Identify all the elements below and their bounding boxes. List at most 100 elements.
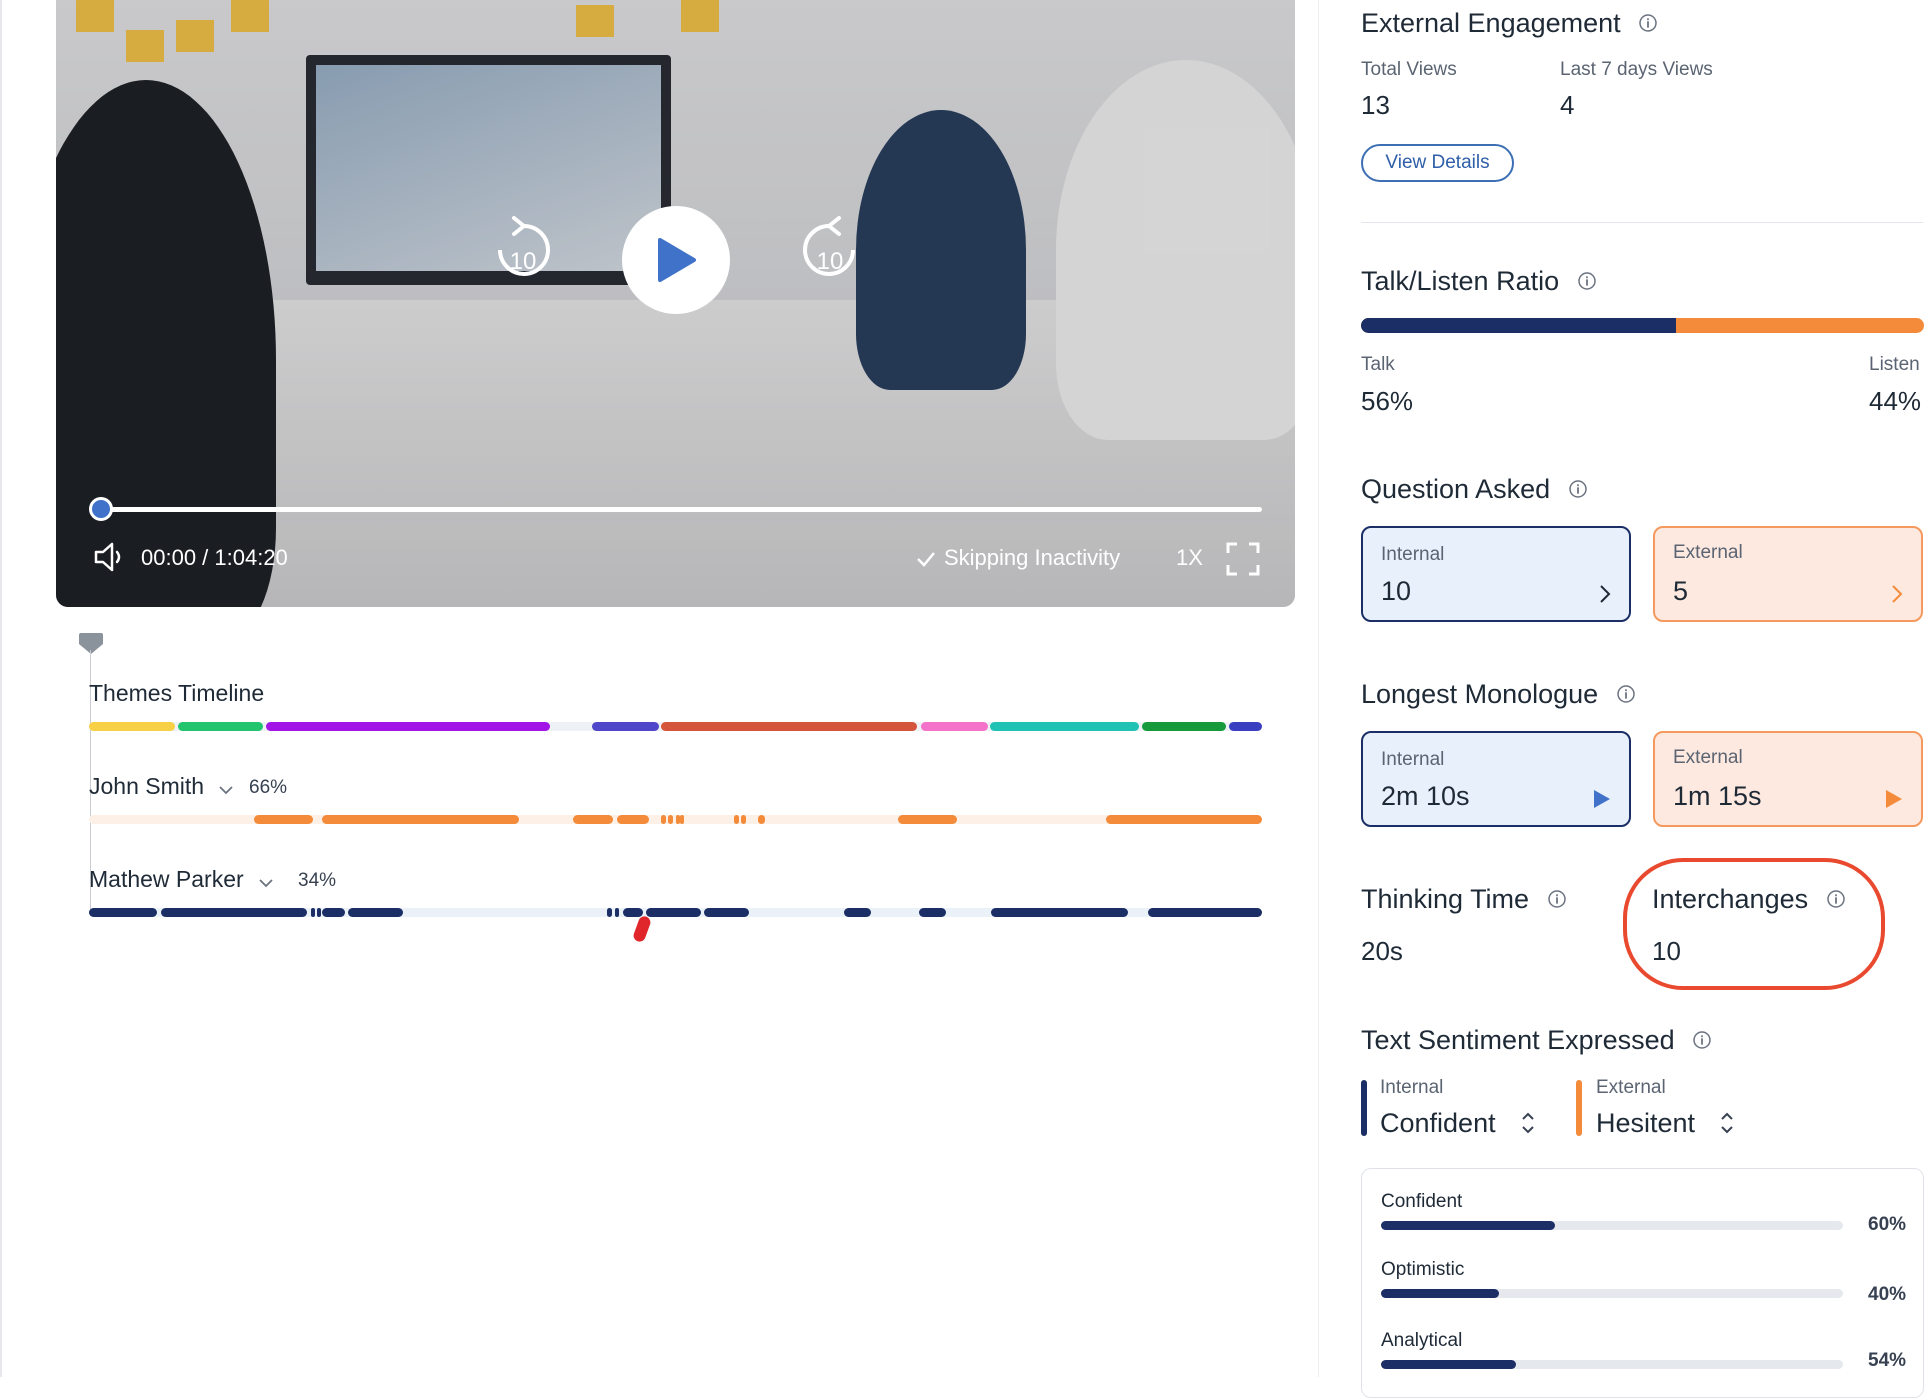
section-title: Question Asked bbox=[1361, 474, 1551, 504]
section-title: Longest Monologue bbox=[1361, 679, 1599, 709]
fullscreen-icon[interactable] bbox=[1226, 542, 1260, 582]
section-title: Text Sentiment Expressed bbox=[1361, 1025, 1675, 1055]
play-button[interactable] bbox=[622, 206, 730, 314]
speaker-track-mathew-parker[interactable] bbox=[89, 908, 1262, 917]
speaker-segment[interactable] bbox=[607, 908, 613, 917]
sentiment-item-fill bbox=[1381, 1360, 1517, 1369]
speaker-segment[interactable] bbox=[348, 908, 404, 917]
theme-segment[interactable] bbox=[920, 722, 988, 731]
info-icon[interactable] bbox=[1692, 1026, 1712, 1057]
video-player[interactable]: 10 10 00:00 / 1:04:20 Skipping Inactivit… bbox=[56, 0, 1295, 607]
theme-segment[interactable] bbox=[1142, 722, 1226, 731]
speaker-segment[interactable] bbox=[316, 908, 321, 917]
external-sentiment-value[interactable]: Hesitent bbox=[1596, 1108, 1695, 1139]
rewind-10-button[interactable]: 10 bbox=[486, 210, 560, 284]
speaker-segment[interactable] bbox=[919, 908, 947, 917]
speaker-segment[interactable] bbox=[573, 815, 614, 824]
sentiment-item-name: Confident bbox=[1381, 1191, 1463, 1212]
annotation-mark bbox=[631, 914, 653, 944]
internal-questions-card[interactable]: Internal 10 bbox=[1361, 526, 1631, 622]
chevron-down-icon[interactable] bbox=[218, 774, 234, 801]
speaker-percent: 66% bbox=[249, 777, 288, 798]
chevron-down-icon[interactable] bbox=[258, 867, 274, 894]
video-progress-track[interactable] bbox=[101, 507, 1262, 512]
play-icon[interactable] bbox=[1593, 789, 1611, 814]
speaker-segment[interactable] bbox=[661, 815, 667, 824]
info-icon[interactable] bbox=[1547, 885, 1567, 916]
sentiment-item-name: Optimistic bbox=[1381, 1259, 1465, 1280]
speaker-segment[interactable] bbox=[310, 908, 315, 917]
sort-icon[interactable] bbox=[1520, 1110, 1536, 1141]
total-views-label: Total Views bbox=[1361, 59, 1457, 80]
sort-icon[interactable] bbox=[1719, 1110, 1735, 1141]
speaker-segment[interactable] bbox=[734, 815, 739, 824]
speaker-segment[interactable] bbox=[616, 815, 649, 824]
speaker-segment[interactable] bbox=[680, 815, 685, 824]
speaker-john-smith[interactable]: John Smith bbox=[89, 773, 234, 801]
internal-sentiment-marker bbox=[1361, 1080, 1367, 1136]
card-value: 5 bbox=[1673, 576, 1689, 606]
theme-segment[interactable] bbox=[592, 722, 660, 731]
internal-sentiment-value[interactable]: Confident bbox=[1380, 1108, 1496, 1139]
speaker-segment[interactable] bbox=[668, 815, 674, 824]
sentiment-item-percent: 40% bbox=[1868, 1284, 1907, 1305]
external-questions-card[interactable]: External 5 bbox=[1653, 526, 1923, 622]
listen-label: Listen bbox=[1869, 354, 1920, 375]
info-icon[interactable] bbox=[1616, 680, 1636, 711]
internal-sentiment-label: Internal bbox=[1380, 1077, 1444, 1098]
video-time: 00:00 / 1:04:20 bbox=[141, 545, 288, 570]
card-value: 10 bbox=[1381, 576, 1412, 606]
speaker-segment[interactable] bbox=[991, 908, 1129, 917]
forward-10-button[interactable]: 10 bbox=[793, 210, 867, 284]
theme-segment[interactable] bbox=[661, 722, 918, 731]
playback-speed-button[interactable]: 1X bbox=[1176, 545, 1203, 571]
info-icon[interactable] bbox=[1568, 475, 1588, 506]
talk-label: Talk bbox=[1361, 354, 1395, 375]
speaker-segment[interactable] bbox=[646, 908, 702, 917]
speaker-segment[interactable] bbox=[622, 908, 643, 917]
sentiment-item-fill bbox=[1381, 1221, 1555, 1230]
external-engagement-title: External Engagement bbox=[1361, 8, 1658, 40]
speaker-segment[interactable] bbox=[844, 908, 872, 917]
speaker-segment[interactable] bbox=[1105, 815, 1262, 824]
sentiment-item-track bbox=[1381, 1360, 1843, 1369]
themes-timeline-track[interactable] bbox=[89, 722, 1262, 731]
chevron-right-icon bbox=[1599, 584, 1611, 609]
play-icon[interactable] bbox=[1885, 789, 1903, 814]
check-icon bbox=[917, 552, 935, 568]
external-monologue-card[interactable]: External 1m 15s bbox=[1653, 731, 1923, 827]
speaker-segment[interactable] bbox=[741, 815, 746, 824]
speaker-segment[interactable] bbox=[757, 815, 765, 824]
speaker-track-john-smith[interactable] bbox=[89, 815, 1262, 824]
volume-icon[interactable] bbox=[92, 540, 128, 580]
speaker-segment[interactable] bbox=[322, 815, 520, 824]
info-icon[interactable] bbox=[1577, 267, 1597, 298]
speaker-mathew-parker[interactable]: Mathew Parker bbox=[89, 866, 274, 894]
card-value: 2m 10s bbox=[1381, 781, 1470, 811]
speaker-segment[interactable] bbox=[1148, 908, 1262, 917]
speaker-segment[interactable] bbox=[89, 908, 158, 917]
speaker-segment[interactable] bbox=[322, 908, 345, 917]
panel-divider bbox=[1318, 0, 1319, 1377]
speaker-segment[interactable] bbox=[160, 908, 308, 917]
theme-segment[interactable] bbox=[989, 722, 1139, 731]
themes-timeline-title: Themes Timeline bbox=[89, 680, 265, 706]
theme-segment[interactable] bbox=[266, 722, 550, 731]
internal-monologue-card[interactable]: Internal 2m 10s bbox=[1361, 731, 1631, 827]
speaker-segment[interactable] bbox=[703, 908, 750, 917]
info-icon[interactable] bbox=[1638, 9, 1658, 40]
speaker-segment[interactable] bbox=[898, 815, 957, 824]
speaker-segment[interactable] bbox=[254, 815, 314, 824]
skipping-inactivity-toggle[interactable]: Skipping Inactivity bbox=[916, 545, 1120, 571]
speaker-segment[interactable] bbox=[614, 908, 620, 917]
video-progress-knob[interactable] bbox=[89, 497, 113, 521]
theme-segment[interactable] bbox=[549, 722, 592, 731]
theme-segment[interactable] bbox=[178, 722, 263, 731]
section-title: External Engagement bbox=[1361, 8, 1621, 38]
theme-segment[interactable] bbox=[1229, 722, 1262, 731]
theme-segment[interactable] bbox=[89, 722, 175, 731]
view-details-button[interactable]: View Details bbox=[1361, 144, 1514, 182]
speaker-name: Mathew Parker bbox=[89, 866, 244, 892]
timeline-playhead-icon[interactable] bbox=[78, 633, 104, 660]
section-divider bbox=[1361, 222, 1923, 223]
